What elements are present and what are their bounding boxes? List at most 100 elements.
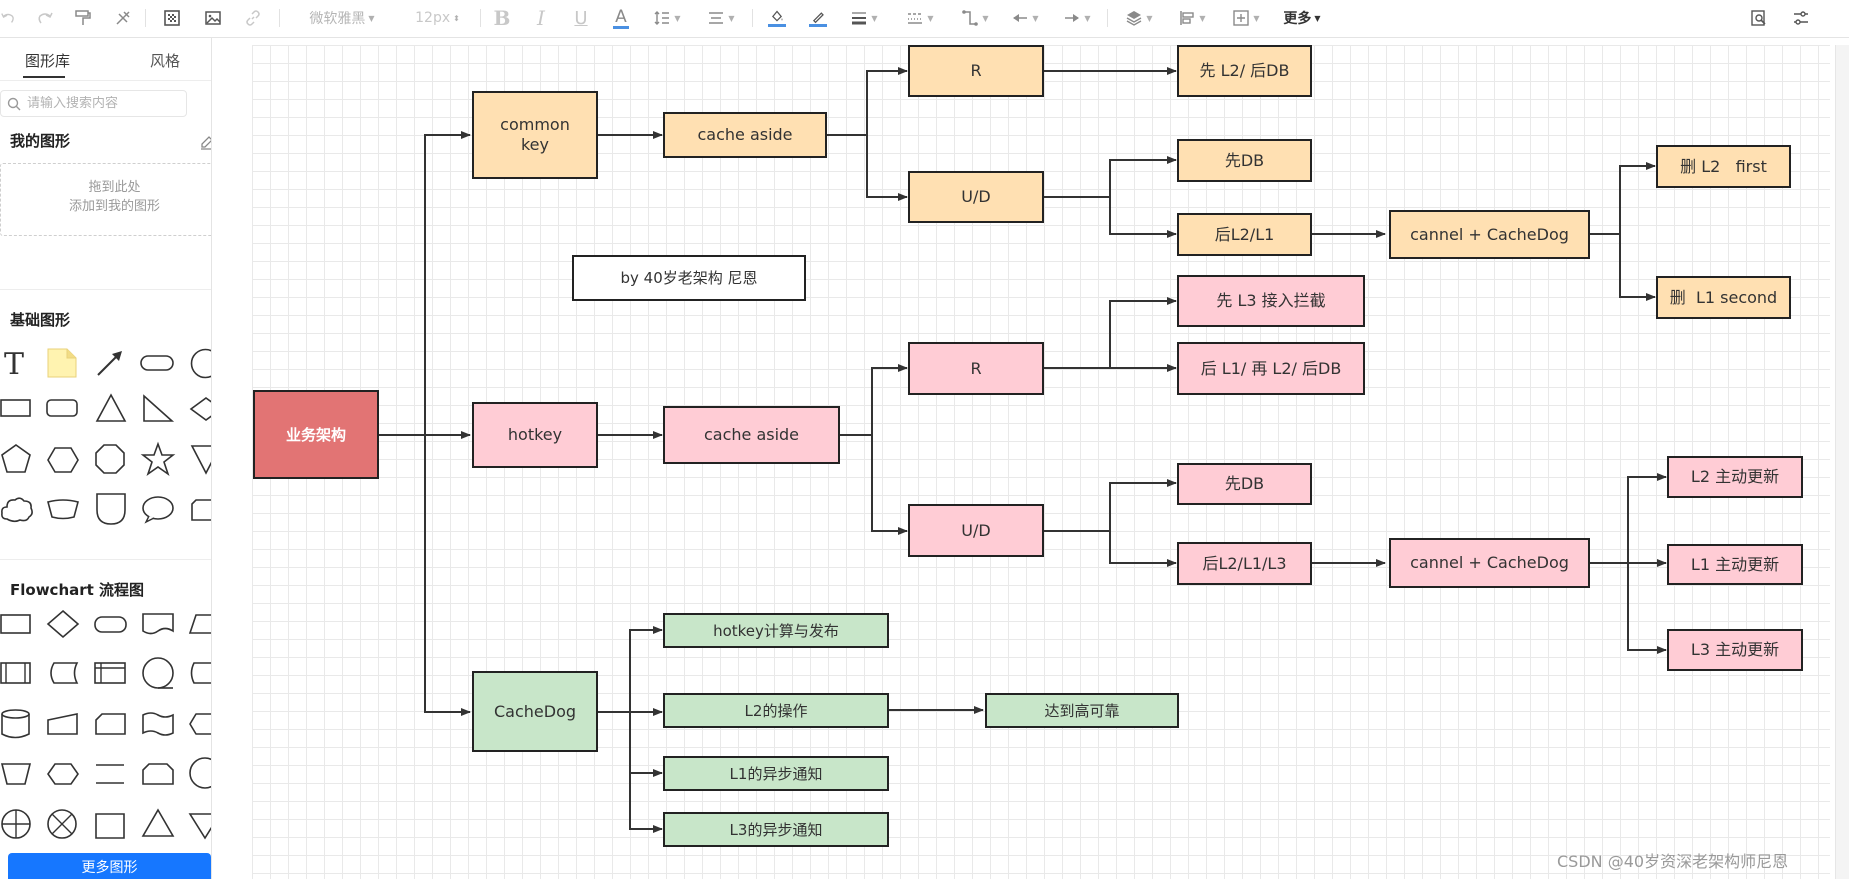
common-read-step-node[interactable]: 先 L2/ 后DB bbox=[1177, 45, 1312, 97]
hotkey-cache-aside-node[interactable]: cache aside bbox=[663, 406, 840, 464]
align-icon[interactable]: ▼ bbox=[702, 6, 740, 30]
hotkey-update-step2-node[interactable]: 后L2/L1/L3 bbox=[1177, 542, 1312, 585]
or-shape-icon[interactable] bbox=[0, 808, 32, 839]
text-shape-icon[interactable]: T bbox=[2, 347, 30, 382]
font-family-select[interactable]: 微软雅黑 ▼ bbox=[297, 6, 387, 30]
parallel-mode-shape-icon[interactable] bbox=[94, 762, 126, 786]
edit-icon[interactable] bbox=[199, 134, 212, 150]
tab-style[interactable]: 风格 bbox=[150, 50, 180, 71]
common-delete1-node[interactable]: 删 L2 first bbox=[1656, 145, 1791, 188]
rectangle-shape-icon[interactable] bbox=[0, 398, 31, 418]
connector-type-icon[interactable]: ▼ bbox=[955, 6, 995, 30]
search-replace-icon[interactable] bbox=[1748, 6, 1770, 30]
undo-icon[interactable] bbox=[0, 6, 16, 30]
line-height-icon[interactable]: ▼ bbox=[648, 6, 686, 30]
cachedog-node[interactable]: CacheDog bbox=[472, 671, 598, 752]
common-read-node[interactable]: R bbox=[908, 45, 1044, 97]
connector-circle-shape-icon[interactable] bbox=[188, 756, 212, 790]
leaf-shape-icon[interactable] bbox=[95, 492, 127, 526]
cachedog-item2-result-node[interactable]: 达到高可靠 bbox=[985, 693, 1179, 728]
root-node[interactable]: 业务架构 bbox=[253, 390, 379, 479]
font-color-icon[interactable]: A bbox=[610, 6, 632, 30]
hotkey-refresh3-node[interactable]: L3 主动更新 bbox=[1667, 629, 1803, 671]
terminator-shape-icon[interactable] bbox=[94, 616, 127, 633]
merge-shape-icon[interactable] bbox=[188, 812, 212, 840]
rounded-rectangle-shape-icon[interactable] bbox=[46, 398, 78, 418]
predefined-process-shape-icon[interactable] bbox=[0, 661, 31, 685]
canvas-scrollbar[interactable] bbox=[1835, 45, 1849, 879]
common-delete2-node[interactable]: 删 L1 second bbox=[1656, 276, 1791, 319]
hexagon-shape-icon[interactable] bbox=[46, 446, 80, 474]
italic-icon[interactable]: I bbox=[530, 6, 552, 30]
clear-format-icon[interactable] bbox=[112, 6, 134, 30]
arrow-line-shape-icon[interactable] bbox=[95, 348, 125, 378]
common-update-node[interactable]: U/D bbox=[908, 171, 1044, 223]
font-size-select[interactable]: 12px ⬍ bbox=[405, 6, 470, 30]
document-shape-icon[interactable] bbox=[141, 612, 175, 636]
circle-shape-icon[interactable] bbox=[190, 348, 212, 379]
summing-junction-shape-icon[interactable] bbox=[46, 808, 78, 839]
link-icon[interactable] bbox=[242, 6, 264, 30]
manual-operation-shape-icon[interactable] bbox=[0, 762, 32, 786]
speech-bubble-shape-icon[interactable] bbox=[141, 495, 175, 524]
group-icon[interactable]: ▼ bbox=[1226, 6, 1266, 30]
manual-input-shape-icon[interactable] bbox=[46, 712, 78, 736]
more-shapes-button[interactable]: 更多图形 bbox=[8, 853, 211, 879]
display-shape-icon[interactable] bbox=[188, 712, 212, 736]
cloud-shape-icon[interactable] bbox=[0, 495, 34, 523]
database-shape-icon[interactable] bbox=[0, 708, 31, 740]
bold-icon[interactable]: B bbox=[491, 6, 513, 30]
more-button[interactable]: 更多 ▼ bbox=[1279, 6, 1325, 30]
hotkey-update-step1-node[interactable]: 先DB bbox=[1177, 463, 1312, 505]
line-weight-icon[interactable]: ▼ bbox=[844, 6, 884, 30]
star-shape-icon[interactable] bbox=[140, 441, 176, 477]
fill-color-icon[interactable] bbox=[765, 6, 789, 30]
distribute-icon[interactable]: ▼ bbox=[1172, 6, 1212, 30]
internal-storage-shape-icon[interactable] bbox=[94, 661, 126, 685]
punched-tape-shape-icon[interactable] bbox=[141, 711, 175, 737]
cachedog-item4-node[interactable]: L3的异步通知 bbox=[663, 812, 889, 847]
line-style-icon[interactable]: ▼ bbox=[900, 6, 940, 30]
decision-shape-icon[interactable] bbox=[46, 609, 80, 639]
hotkey-update-node[interactable]: U/D bbox=[908, 504, 1044, 557]
offpage-shape-icon[interactable] bbox=[94, 812, 126, 839]
hotkey-refresh2-node[interactable]: L1 主动更新 bbox=[1667, 544, 1803, 585]
triangle-shape-icon[interactable] bbox=[95, 393, 127, 423]
cachedog-item3-node[interactable]: L1的异步通知 bbox=[663, 756, 889, 791]
preparation-shape-icon[interactable] bbox=[46, 762, 80, 786]
extract-shape-icon[interactable] bbox=[141, 808, 175, 838]
arrow-start-icon[interactable]: ▼ bbox=[1005, 6, 1045, 30]
credit-label[interactable]: by 40岁老架构 尼恩 bbox=[572, 255, 806, 301]
hotkey-read-step1-node[interactable]: 先 L3 接入拦截 bbox=[1177, 275, 1365, 327]
format-painter-icon[interactable] bbox=[72, 6, 94, 30]
card-flow-shape-icon[interactable] bbox=[94, 712, 126, 736]
pentagon-shape-icon[interactable] bbox=[0, 443, 32, 475]
layers-icon[interactable]: ▼ bbox=[1120, 6, 1158, 30]
tab-shape-library[interactable]: 图形库 bbox=[25, 50, 70, 71]
common-key-node[interactable]: common key bbox=[472, 91, 598, 179]
data-shape-icon[interactable] bbox=[188, 613, 212, 635]
search-input[interactable] bbox=[27, 96, 177, 111]
stored-data-shape-icon[interactable] bbox=[46, 661, 79, 685]
diamond-shape-icon[interactable] bbox=[189, 396, 212, 422]
cachedog-item2-node[interactable]: L2的操作 bbox=[663, 693, 889, 728]
loop-limit-shape-icon[interactable] bbox=[141, 762, 175, 786]
common-sync-node[interactable]: cannel + CacheDog bbox=[1389, 210, 1590, 259]
hotkey-read-node[interactable]: R bbox=[908, 342, 1044, 395]
common-cache-aside-node[interactable]: cache aside bbox=[663, 112, 827, 158]
right-triangle-shape-icon[interactable] bbox=[142, 393, 175, 423]
line-color-icon[interactable] bbox=[806, 6, 830, 30]
inverted-triangle-shape-icon[interactable] bbox=[190, 443, 212, 475]
hotkey-refresh1-node[interactable]: L2 主动更新 bbox=[1667, 456, 1803, 498]
diagram-canvas[interactable]: 业务架构 by 40岁老架构 尼恩 common key cache aside… bbox=[252, 45, 1830, 879]
callout-shape-icon[interactable] bbox=[46, 498, 80, 520]
image-icon[interactable] bbox=[202, 6, 224, 30]
settings-sliders-icon[interactable] bbox=[1790, 6, 1812, 30]
cachedog-item1-node[interactable]: hotkey计算与发布 bbox=[663, 613, 889, 648]
card-shape-icon[interactable] bbox=[190, 498, 212, 522]
hotkey-node[interactable]: hotkey bbox=[472, 402, 598, 468]
rounded-rect-shape-icon[interactable] bbox=[140, 355, 174, 371]
hotkey-sync-node[interactable]: cannel + CacheDog bbox=[1389, 538, 1590, 588]
common-update-step1-node[interactable]: 先DB bbox=[1177, 139, 1312, 182]
sequential-data-shape-icon[interactable] bbox=[141, 656, 175, 690]
